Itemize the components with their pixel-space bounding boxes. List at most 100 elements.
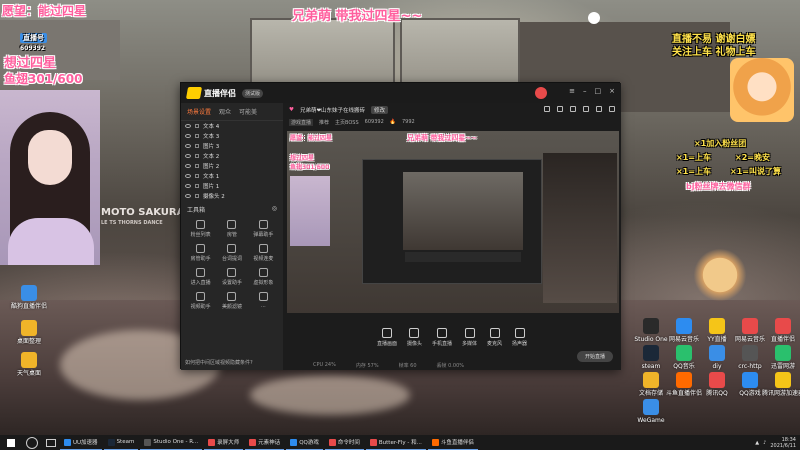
lock-icon[interactable] [195, 154, 199, 158]
tool-button[interactable]: 虚拟形象 [248, 268, 279, 286]
scene-item[interactable]: 图片 2 [181, 161, 283, 171]
tool-button[interactable]: 房管助手 [185, 244, 216, 262]
eye-icon[interactable] [185, 144, 191, 148]
status-item: 内存 57% [355, 362, 379, 369]
eye-icon[interactable] [185, 154, 191, 158]
control-button[interactable]: 手机直播 [432, 327, 452, 347]
lock-icon[interactable] [195, 194, 199, 198]
clock[interactable]: 18:34 2021/6/11 [770, 437, 796, 449]
control-button[interactable]: 麦克风 [487, 327, 502, 347]
network-icon[interactable]: ▲ [755, 440, 759, 446]
user-avatar[interactable] [535, 87, 548, 99]
scene-label: 文本 1 [203, 174, 220, 180]
tool-button[interactable]: 视频连麦 [248, 244, 279, 262]
fullscreen-icon[interactable] [609, 106, 615, 112]
stream-preview[interactable]: 愿望：能过四星 兄弟萌 带我过四星~~ 想过四星 鱼翅301/600 [287, 131, 619, 313]
gift-icon[interactable] [583, 106, 589, 112]
category-label[interactable]: 游戏直播 [289, 118, 314, 126]
tool-button[interactable]: 美颜滤镜 [216, 292, 247, 310]
room-id: 609392 [20, 45, 46, 52]
control-button[interactable]: 扬声器 [512, 327, 527, 347]
desktop-icon[interactable]: 直播伴侣 [762, 318, 800, 343]
tool-label: ... [260, 303, 266, 309]
eye-icon[interactable] [185, 124, 191, 128]
scene-item[interactable]: 文本 1 [181, 171, 283, 181]
tool-button[interactable]: 视频助手 [185, 292, 216, 310]
lock-icon[interactable] [195, 174, 199, 178]
tool-icon [196, 268, 206, 277]
record-icon[interactable] [557, 106, 563, 112]
scene-item[interactable]: 摄像头 2 [181, 191, 283, 201]
menu-icon[interactable]: ≡ [569, 87, 575, 99]
tab-audience[interactable]: 观众 [219, 107, 231, 116]
tool-button[interactable]: 粉丝列表 [185, 220, 216, 238]
tool-icon [196, 220, 206, 229]
windows-start-icon[interactable] [4, 436, 18, 450]
close-icon[interactable]: × [609, 87, 615, 99]
desktop-icon-label: 腾讯网游加速器 [762, 390, 800, 397]
tab-beauty[interactable]: 可能美 [239, 107, 257, 116]
eye-icon[interactable] [185, 164, 191, 168]
app-titlebar[interactable]: 直播伴侣 测试版 ≡ – □ × [181, 83, 621, 103]
desktop-icon[interactable]: 天气桌面 [8, 352, 50, 377]
control-button[interactable]: 多媒体 [462, 327, 477, 347]
eye-icon[interactable] [185, 194, 191, 198]
desktop-icon[interactable]: 桌面整理 [8, 320, 50, 345]
scene-label: 文本 2 [203, 154, 220, 160]
taskbar-item[interactable]: Steam [103, 435, 139, 450]
settings-icon[interactable] [596, 106, 602, 112]
eye-icon[interactable] [185, 174, 191, 178]
share-icon[interactable] [544, 106, 550, 112]
edit-title-button[interactable]: 修改 [371, 106, 389, 114]
webcam-body [8, 218, 94, 265]
taskbar-app-icon [249, 438, 257, 446]
tool-button[interactable]: 进入直播 [185, 268, 216, 286]
volume-icon[interactable]: ♪ [763, 440, 766, 446]
maximize-icon[interactable]: □ [595, 87, 602, 99]
taskbar-item[interactable]: Butter-Fly - 和... [365, 435, 426, 450]
scene-item[interactable]: 文本 3 [181, 131, 283, 141]
desktop-icon[interactable]: 腾讯网游加速器 [762, 372, 800, 397]
scene-item[interactable]: 文本 2 [181, 151, 283, 161]
tools-more-icon[interactable]: ◎ [272, 205, 277, 214]
taskbar-item[interactable]: 元素神话 [245, 435, 285, 450]
control-button[interactable]: 直播画面 [377, 327, 397, 347]
rule-join: ×1加入粉丝团 [694, 139, 747, 148]
taskbar-item[interactable]: Studio One - R... [140, 435, 203, 450]
taskbar-item[interactable]: 斗鱼直播伴侣 [427, 435, 478, 450]
tool-button[interactable]: 设置助手 [216, 268, 247, 286]
tool-button[interactable]: 台词提词 [216, 244, 247, 262]
eye-icon[interactable] [185, 134, 191, 138]
taskbar-item[interactable]: UU加速器 [60, 435, 102, 450]
lock-icon[interactable] [195, 144, 199, 148]
tool-button[interactable]: 弹幕助手 [248, 220, 279, 238]
help-link[interactable]: 如何把中间区域视频隐藏条件? [185, 359, 253, 366]
scene-item[interactable]: 文本 4 [181, 121, 283, 131]
tool-icon [227, 244, 237, 253]
link-icon[interactable] [570, 106, 576, 112]
desktop-icon-label: 桌面整理 [16, 338, 41, 345]
scene-item[interactable]: 图片 3 [181, 141, 283, 151]
eye-icon[interactable] [185, 184, 191, 188]
streaming-app-window[interactable]: 直播伴侣 测试版 ≡ – □ × 场景设置 观众 可能美 文本 4 文本 3 图片 … [180, 82, 621, 370]
tools-header: 工具箱 ◎ [181, 201, 283, 218]
task-view-icon[interactable] [46, 438, 56, 447]
cortana-icon[interactable] [26, 436, 38, 449]
control-button[interactable]: 摄像头 [407, 327, 422, 347]
taskbar-item[interactable]: 命令时间 [324, 435, 364, 450]
scene-item[interactable]: 图片 1 [181, 181, 283, 191]
desktop-icon[interactable]: 酷狗直播伴侣 [8, 285, 50, 310]
taskbar-app-icon [208, 438, 216, 446]
lock-icon[interactable] [195, 184, 199, 188]
taskbar-item[interactable]: QQ游戏 [286, 435, 323, 450]
lock-icon[interactable] [195, 124, 199, 128]
lock-icon[interactable] [195, 134, 199, 138]
desktop-icon[interactable]: 迅雷网游 [762, 345, 800, 370]
tool-button[interactable]: 房管 [216, 220, 247, 238]
tool-button[interactable]: ... [248, 292, 279, 310]
taskbar-item[interactable]: 录屏大师 [204, 435, 244, 450]
minimize-icon[interactable]: – [583, 87, 587, 99]
desktop-icon[interactable]: WeGame [630, 399, 672, 424]
lock-icon[interactable] [195, 164, 199, 168]
tab-scenes[interactable]: 场景设置 [187, 107, 211, 116]
